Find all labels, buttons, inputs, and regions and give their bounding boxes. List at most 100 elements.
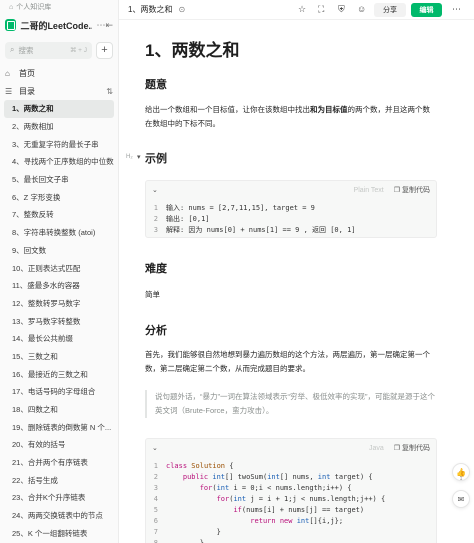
collapse-sidebar-icon[interactable]: ⇤ <box>105 20 113 31</box>
nav-toc[interactable]: ☰ 目录 ⇅ <box>0 83 118 99</box>
problem-text: 给出一个数组和一个目标值，让你在该数组中找出和为目标值的两个数，并且这两个数在数… <box>145 103 437 131</box>
toc-item[interactable]: 13、罗马数字转整数 <box>0 312 118 330</box>
toc-item[interactable]: 5、最长回文子串 <box>0 171 118 189</box>
code-block-header: ⌄ Java ❐ 复制代码 <box>146 439 436 457</box>
toc-item[interactable]: 19、删除链表的倒数第 N 个... <box>0 418 118 436</box>
search-icon: ⌕ <box>10 45 15 54</box>
code-text: class Solution { <box>166 462 234 470</box>
toc-item[interactable]: 7、整数反转 <box>0 206 118 224</box>
toc-item[interactable]: 15、三数之和 <box>0 348 118 366</box>
nav-toc-label: 目录 <box>19 86 35 96</box>
toc-item[interactable]: 1、两数之和 <box>4 100 114 118</box>
shield-icon[interactable]: ⛨ <box>338 4 345 15</box>
toc-item[interactable]: 6、Z 字形变换 <box>0 188 118 206</box>
chevron-down-icon[interactable]: ⌄ <box>152 444 158 452</box>
toc-item[interactable]: 8、字符串转换整数 (atoi) <box>0 224 118 242</box>
problem-text-pre: 给出一个数组和一个目标值，让你在该数组中找出 <box>145 105 310 114</box>
doc-name: 1、两数之和 <box>128 5 173 14</box>
code-block-header: ⌄ Plain Text ❐ 复制代码 <box>146 181 436 199</box>
code-line: 6 return new int[]{i,j}; <box>146 516 436 527</box>
toc-item[interactable]: 21、合并两个有序链表 <box>0 454 118 472</box>
code-line: 3 for(int i = 0;i < nums.length;i++) { <box>146 483 436 494</box>
copy-icon: ❐ <box>393 187 401 194</box>
code-line: 4 for(int j = i + 1;j < nums.length;j++)… <box>146 494 436 505</box>
line-number: 2 <box>153 473 158 481</box>
share-button[interactable]: 分享 <box>374 3 406 17</box>
toc-item[interactable]: 24、两两交换链表中的节点 <box>0 507 118 525</box>
toc-item[interactable]: 11、盛最多水的容器 <box>0 277 118 295</box>
breadcrumb[interactable]: ⌂ 个人知识库 <box>0 0 118 14</box>
code-text: for(int j = i + 1;j < nums.length;j++) { <box>216 495 386 503</box>
difficulty-text: 简单 <box>145 290 160 299</box>
line-number: 1 <box>153 462 158 470</box>
code-language[interactable]: Java <box>369 445 384 452</box>
toc-item[interactable]: 23、合并K个升序链表 <box>0 489 118 507</box>
toc-item[interactable]: 4、寻找两个正序数组的中位数 <box>0 153 118 171</box>
line-number: 2 <box>153 215 158 223</box>
toc-list: 1、两数之和 2、两数相加 3、无重复字符的最长子串 4、寻找两个正序数组的中位数 5、… <box>0 100 118 542</box>
line-number: 3 <box>153 226 158 234</box>
code-text: } <box>166 528 221 536</box>
toc-item[interactable]: 12、整数转罗马数字 <box>0 295 118 313</box>
code-line: 3 解释: 因为 nums[0] + nums[1] == 9 , 返回 [0, … <box>146 225 436 236</box>
copy-code-button[interactable]: ❐ 复制代码 <box>394 443 430 453</box>
quote-block: 说句题外话，“暴力”一词在算法领域表示“穷举、极低效率的实现”，可能就是源于这个… <box>145 390 437 418</box>
home-small-icon: ⌂ <box>9 3 14 11</box>
code-language[interactable]: Plain Text <box>354 187 384 194</box>
top-bar: 1、两数之和 ⊙ ☆ ⛶ ⛨ ☺ 分享 编辑 ⋯ <box>119 0 474 20</box>
toc-item[interactable]: 16、最接近的三数之和 <box>0 365 118 383</box>
chevron-down-icon[interactable]: ⌄ <box>152 186 158 194</box>
line-number: 7 <box>153 528 158 536</box>
heading-example: 示例 <box>145 153 167 165</box>
like-count: 1 <box>459 476 463 482</box>
toc-item[interactable]: 3、无重复字符的最长子串 <box>0 135 118 153</box>
code-text: 解释: 因为 nums[0] + nums[1] == 9 , 返回 [0, 1… <box>166 226 356 234</box>
heading-analysis: 分析 <box>145 325 167 337</box>
present-icon[interactable]: ⛶ <box>318 4 324 15</box>
toc-item[interactable]: 9、回文数 <box>0 242 118 260</box>
code-text: if(nums[i] + nums[j] == target) <box>233 506 365 514</box>
example-code: 1 输入: nums = [2,7,11,15], target = 9 2 输出: … <box>146 199 436 242</box>
search-placeholder: 搜索 <box>18 45 34 55</box>
toc-item[interactable]: 18、四数之和 <box>0 401 118 419</box>
copy-code-label: 复制代码 <box>402 187 430 194</box>
search-input[interactable]: ⌕ 搜索 ⌘ + J <box>5 41 92 59</box>
copy-code-label: 复制代码 <box>402 445 430 452</box>
code-text: 输入: nums = [2,7,11,15], target = 9 <box>166 204 315 212</box>
copy-code-button[interactable]: ❐ 复制代码 <box>394 185 430 195</box>
solution-code: 1 class Solution { 2 public int[] twoSum(i… <box>146 457 436 543</box>
toc-item[interactable]: 2、两数相加 <box>0 118 118 136</box>
example-code-block: ⌄ Plain Text ❐ 复制代码 1 输入: nums = [2,7,11,… <box>145 180 437 238</box>
toc-expand-icon[interactable]: ⇅ <box>106 87 113 96</box>
toc-item[interactable]: 22、括号生成 <box>0 471 118 489</box>
comment-button[interactable]: ✉ <box>452 490 470 508</box>
problem-text-bold: 和为目标值 <box>310 105 348 114</box>
heading-problem: 题意 <box>145 79 167 91</box>
line-number: 8 <box>153 539 158 543</box>
code-line: 7 } <box>146 527 436 538</box>
more-options-icon[interactable]: ⋯ <box>452 4 461 15</box>
line-number: 6 <box>153 517 158 525</box>
toc-item[interactable]: 14、最长公共前缀 <box>0 330 118 348</box>
line-number: 3 <box>153 484 158 492</box>
toc-item[interactable]: 20、有效的括号 <box>0 436 118 454</box>
code-line: 2 public int[] twoSum(int[] nums, int ta… <box>146 472 436 483</box>
heading-level-marker[interactable]: H₂ <box>126 154 133 160</box>
star-icon[interactable]: ☆ <box>298 4 306 15</box>
code-line: 2 输出: [0,1] <box>146 214 436 225</box>
book-title[interactable]: 二哥的LeetCode... <box>20 19 92 32</box>
add-button[interactable]: + <box>96 41 113 59</box>
code-line: 5 if(nums[i] + nums[j] == target) <box>146 505 436 516</box>
like-button[interactable]: 👍 1 <box>452 463 470 482</box>
toc-item[interactable]: 17、电话号码的字母组合 <box>0 383 118 401</box>
analysis-text: 首先，我们能够很自然地想到暴力遍历数组的这个方法，两层遍历，第一层确定第一个数，… <box>145 350 430 373</box>
toc-item[interactable]: 25、K 个一组翻转链表 <box>0 525 118 543</box>
heading-collapse-icon[interactable]: ▾ <box>137 153 141 161</box>
book-header: 二哥的LeetCode... ⋯ ⇤ <box>0 14 118 36</box>
robot-icon[interactable]: ☺ <box>357 4 366 14</box>
toc-item[interactable]: 10、正则表达式匹配 <box>0 259 118 277</box>
nav-home[interactable]: ⌂ 首页 <box>0 65 118 81</box>
code-line: 8 } <box>146 538 436 543</box>
more-icon[interactable]: ⋯ <box>96 20 105 31</box>
edit-button[interactable]: 编辑 <box>411 3 442 17</box>
